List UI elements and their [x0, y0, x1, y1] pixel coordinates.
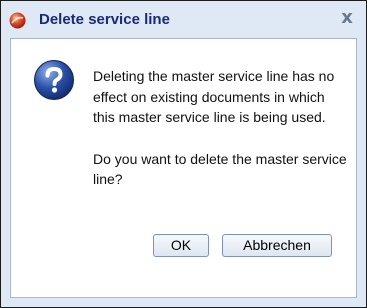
cancel-button[interactable]: Abbrechen — [222, 234, 332, 257]
message-text: Deleting the master service line has no … — [93, 66, 348, 190]
app-logo-icon — [9, 12, 26, 29]
ok-button[interactable]: OK — [153, 234, 209, 257]
message-paragraph-effect: Deleting the master service line has no … — [93, 68, 335, 125]
dialog-content: Deleting the master service line has no … — [10, 38, 357, 298]
dialog-title: Delete service line — [39, 11, 170, 28]
title-bar[interactable]: Delete service line x — [1, 1, 366, 37]
message-paragraph-question: Do you want to delete the master service… — [93, 150, 347, 188]
delete-dialog: Delete service line x Deleting the maste… — [0, 0, 367, 308]
question-icon — [33, 59, 75, 101]
close-icon[interactable]: x — [336, 7, 358, 29]
